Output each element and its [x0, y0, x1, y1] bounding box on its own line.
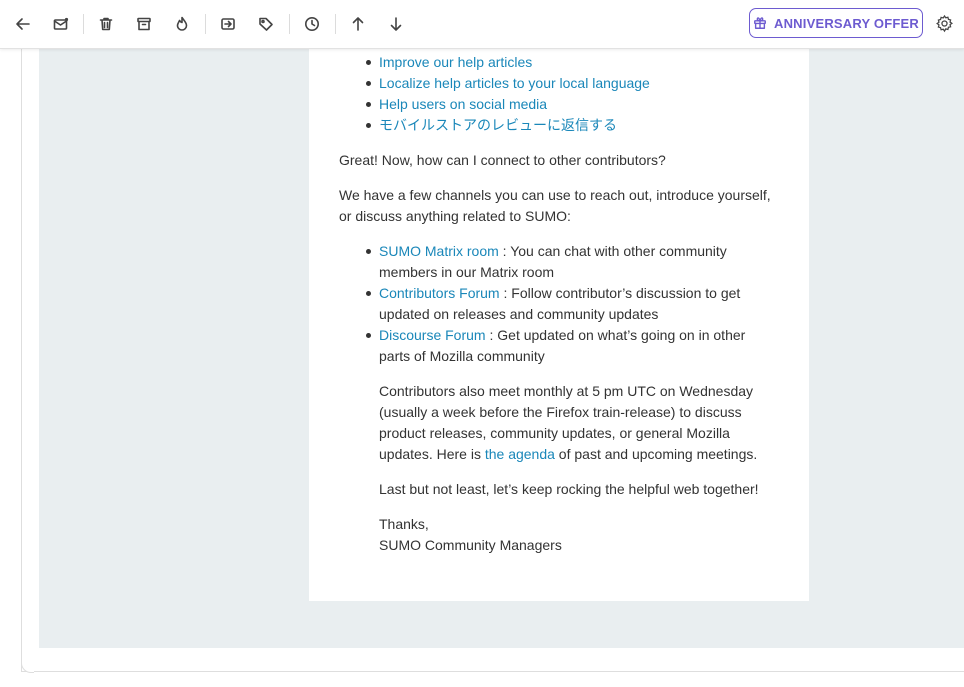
connect-question: Great! Now, how can I connect to other c…: [339, 152, 666, 168]
email-content: Improve our help articles Localize help …: [339, 48, 779, 556]
signature: SUMO Community Managers: [379, 537, 562, 553]
snooze-icon[interactable]: [300, 12, 324, 36]
trash-icon[interactable]: [94, 12, 118, 36]
arrow-up-icon[interactable]: [346, 12, 370, 36]
mobile-store-reviews-link[interactable]: モバイルストアのレビューに返信する: [379, 117, 617, 133]
archive-icon[interactable]: [132, 12, 156, 36]
list-item: Help users on social media: [339, 94, 779, 115]
toolbar-divider: [289, 14, 290, 34]
toolbar-divider: [83, 14, 84, 34]
message-frame-border: [21, 48, 22, 672]
mark-unread-icon[interactable]: [49, 12, 73, 36]
sumo-matrix-room-link[interactable]: SUMO Matrix room: [379, 243, 499, 259]
anniversary-offer-button[interactable]: ANNIVERSARY OFFER: [749, 8, 923, 38]
discourse-forum-link[interactable]: Discourse Forum: [379, 327, 486, 343]
channels-intro: We have a few channels you can use to re…: [339, 187, 771, 224]
improve-help-articles-link[interactable]: Improve our help articles: [379, 54, 532, 70]
meeting-paragraph: Contributors also meet monthly at 5 pm U…: [339, 381, 779, 465]
label-icon[interactable]: [254, 12, 278, 36]
contribution-links-list: Improve our help articles Localize help …: [339, 52, 779, 136]
closing-line: Last but not least, let’s keep rocking t…: [379, 481, 759, 497]
agenda-link[interactable]: the agenda: [485, 446, 555, 462]
arrow-down-icon[interactable]: [384, 12, 408, 36]
localize-articles-link[interactable]: Localize help articles to your local lan…: [379, 75, 650, 91]
contributors-forum-link[interactable]: Contributors Forum: [379, 285, 500, 301]
back-arrow-icon[interactable]: [11, 12, 35, 36]
toolbar-divider: [335, 14, 336, 34]
message-frame-border: [21, 671, 964, 672]
list-item: Localize help articles to your local lan…: [339, 73, 779, 94]
list-item: Contributors Forum : Follow contributor’…: [339, 283, 779, 325]
move-icon[interactable]: [216, 12, 240, 36]
gear-icon[interactable]: [933, 12, 955, 34]
toolbar-divider: [205, 14, 206, 34]
list-item: Improve our help articles: [339, 52, 779, 73]
social-media-link[interactable]: Help users on social media: [379, 96, 547, 112]
message-toolbar: ANNIVERSARY OFFER: [0, 0, 964, 49]
spam-icon[interactable]: [170, 12, 194, 36]
anniversary-offer-label: ANNIVERSARY OFFER: [774, 15, 919, 31]
thanks-line: Thanks,: [379, 516, 429, 532]
meeting-text-end: of past and upcoming meetings.: [554, 446, 758, 462]
list-item: Discourse Forum : Get updated on what’s …: [339, 325, 779, 367]
list-item: モバイルストアのレビューに返信する: [339, 115, 779, 136]
list-item: SUMO Matrix room : You can chat with oth…: [339, 241, 779, 283]
gift-icon: [753, 16, 767, 30]
channels-list: SUMO Matrix room : You can chat with oth…: [339, 241, 779, 367]
